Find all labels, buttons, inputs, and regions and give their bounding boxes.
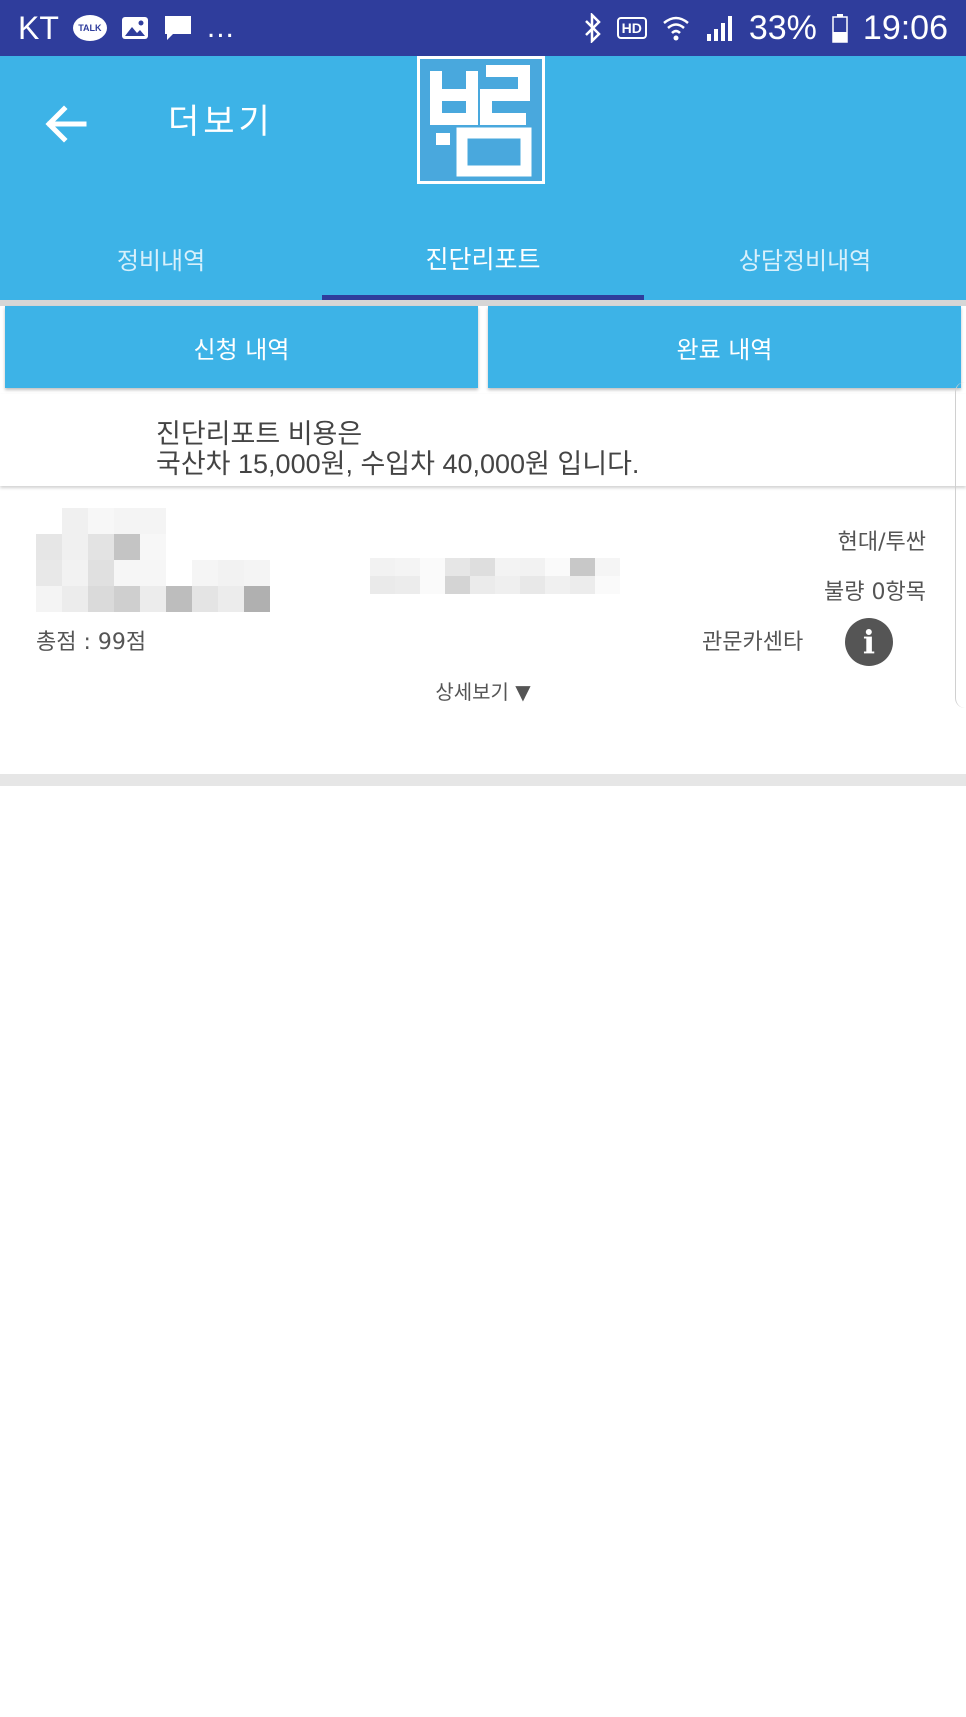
view-details-button[interactable]: 상세보기 ▼ [0, 676, 966, 705]
price-notice: 진단리포트 비용은 국산차 15,000원, 수입차 40,000원 입니다. [0, 394, 966, 486]
image-icon [121, 16, 149, 40]
service-center-name: 관문카센타 [702, 630, 804, 655]
wifi-icon [661, 13, 691, 43]
more-notifications-text: ... [206, 11, 235, 44]
sub-button-row: 신청 내역 완료 내역 [0, 306, 966, 390]
page-title: 더보기 [168, 102, 274, 142]
app-bar: 더보기 정비내역 진단리포트 상담정비내역 [0, 56, 966, 300]
complete-history-button[interactable]: 완료 내역 [488, 306, 961, 388]
status-bar-right: HD 33% 19:06 [583, 9, 948, 48]
notice-line-2: 국산차 15,000원, 수입차 40,000원 입니다. [156, 449, 640, 479]
blurred-vehicle-number [370, 558, 620, 594]
battery-icon [831, 13, 849, 43]
car-model: 현대/투싼 [837, 530, 926, 555]
kakaotalk-icon: TALK [72, 15, 107, 41]
arrow-left-icon [45, 105, 87, 143]
battery-percent: 33% [748, 8, 817, 47]
blurred-report-date [36, 508, 270, 612]
clock: 19:06 [862, 8, 948, 47]
tab-maintenance-history[interactable]: 정비내역 [0, 216, 322, 300]
signal-icon [705, 14, 735, 42]
request-history-button[interactable]: 신청 내역 [5, 306, 478, 388]
tab-bar: 정비내역 진단리포트 상담정비내역 [0, 216, 966, 300]
defect-count: 불량 0항목 [824, 580, 926, 605]
total-score: 총점 : 99점 [36, 630, 147, 655]
app-logo [417, 56, 545, 184]
card-edge-shadow [955, 382, 966, 708]
tab-consult-maintenance-history[interactable]: 상담정비내역 [644, 216, 966, 300]
hd-icon: HD [616, 17, 647, 39]
bluetooth-icon [583, 13, 603, 43]
info-icon[interactable]: i [845, 618, 893, 666]
list-bottom-divider [0, 774, 966, 786]
status-bar-left: KT TALK ... [18, 10, 235, 47]
status-bar: KT TALK ... HD 33% 19:06 [0, 0, 966, 56]
report-card[interactable]: 현대/투싼 불량 0항목 총점 : 99점 관문카센타 i 상세보기 ▼ [0, 492, 966, 772]
back-button[interactable] [40, 98, 92, 150]
tab-diagnosis-report[interactable]: 진단리포트 [322, 216, 644, 300]
message-icon [163, 14, 193, 42]
carrier-label: KT [18, 9, 59, 46]
